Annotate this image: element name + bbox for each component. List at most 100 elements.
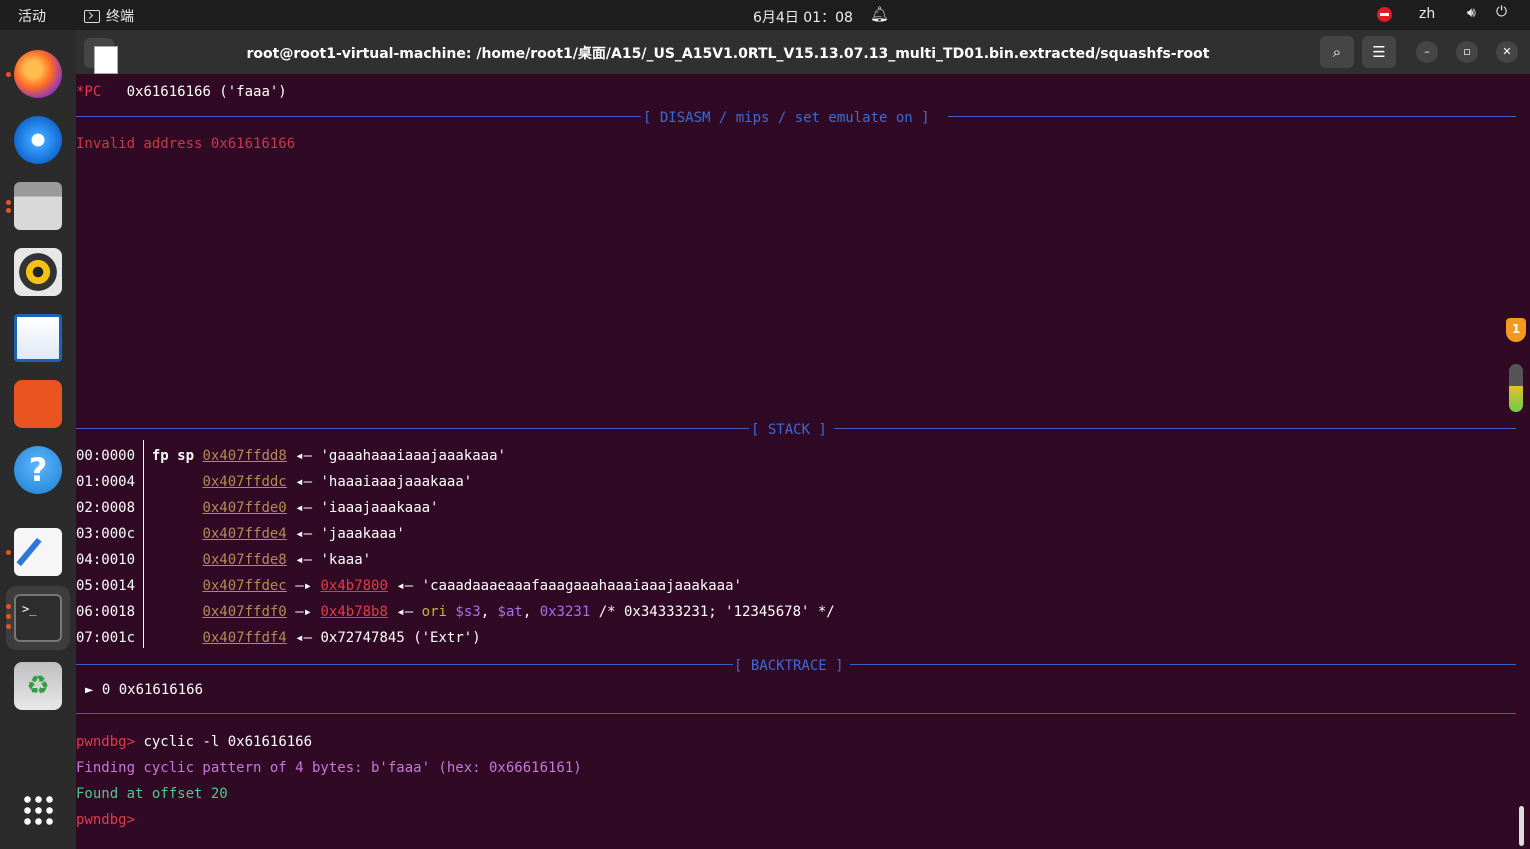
stack-address[interactable]: 0x407ffdec xyxy=(202,578,286,594)
stack-value: 'caaadaaaeaaafaaagaaahaaaiaaajaaakaaa' xyxy=(421,578,742,594)
menu-button[interactable]: ☰ xyxy=(1362,36,1396,68)
input-language[interactable]: zh xyxy=(1419,6,1435,22)
separator xyxy=(850,664,1516,665)
pc-line: *PC 0x61616166 ('faaa') xyxy=(76,82,287,102)
do-not-disturb-icon[interactable] xyxy=(1377,7,1392,22)
stack-address[interactable]: 0x407ffddc xyxy=(202,474,286,490)
running-indicator xyxy=(6,200,11,205)
software-store-icon[interactable] xyxy=(14,380,62,428)
stack-index: 07:001c xyxy=(76,630,136,646)
stack-address[interactable]: 0x407ffde0 xyxy=(202,500,286,516)
cyclic-finding-line: Finding cyclic pattern of 4 bytes: b'faa… xyxy=(76,760,582,776)
maximize-button[interactable]: ▫ xyxy=(1456,41,1478,63)
disasm-header: [ DISASM / mips / set emulate on ] xyxy=(643,110,930,126)
level-indicator xyxy=(1509,364,1523,412)
separator xyxy=(76,713,1516,714)
backtrace-header: [ BACKTRACE ] xyxy=(734,658,844,674)
arrow-icon: ◂— xyxy=(295,448,313,464)
stack-address[interactable]: 0x407ffde4 xyxy=(202,526,286,542)
stack-address[interactable]: 0x407ffdf0 xyxy=(202,604,286,620)
arrow-icon: ◂— xyxy=(295,500,313,516)
prompt: pwndbg> xyxy=(76,812,136,828)
stack-address[interactable]: 0x407ffdd8 xyxy=(202,448,286,464)
arrow-icon: ◂— xyxy=(295,474,313,490)
app-menu[interactable]: 终端 xyxy=(84,6,134,26)
running-indicator xyxy=(6,72,11,77)
bell-icon[interactable]: 🔔︎ xyxy=(870,5,889,23)
instruction-comment: /* 0x34333231; '12345678' */ xyxy=(598,604,835,620)
arrow-icon: —▸ xyxy=(295,578,313,594)
clock[interactable]: 6月4日 01：08 xyxy=(753,7,853,27)
power-icon[interactable]: ⏻ xyxy=(1496,4,1507,20)
stack-value: 'kaaa' xyxy=(320,552,372,568)
running-indicator xyxy=(6,208,11,213)
stack-value: 'gaaahaaaiaaajaaakaaa' xyxy=(320,448,506,464)
stack-pointer-target[interactable]: 0x4b7800 xyxy=(320,578,387,594)
register-operand: $at xyxy=(497,604,523,620)
window-title: root@root1-virtual-machine: /home/root1/… xyxy=(246,46,1210,62)
separator xyxy=(76,428,749,429)
command-text: cyclic -l 0x61616166 xyxy=(143,734,313,750)
pc-value: 0x61616166 ('faaa') xyxy=(126,84,287,100)
running-indicator xyxy=(6,550,11,555)
thunderbird-icon[interactable] xyxy=(14,116,62,164)
help-icon[interactable]: ? xyxy=(14,446,62,494)
command-line: pwndbg> cyclic -l 0x61616166 xyxy=(76,732,312,752)
dock: ? >_ ♻ xyxy=(0,30,76,849)
pc-label: *PC xyxy=(76,84,102,100)
app-grid-icon[interactable] xyxy=(22,794,54,826)
running-indicator xyxy=(6,624,11,629)
separator xyxy=(76,664,733,665)
terminal-small-icon xyxy=(84,9,100,23)
app-menu-label: 终端 xyxy=(106,9,134,25)
stack-address[interactable]: 0x407ffdf4 xyxy=(202,630,286,646)
running-indicator xyxy=(6,604,11,609)
text-editor-icon[interactable] xyxy=(14,528,62,576)
close-button[interactable]: ✕ xyxy=(1496,41,1518,63)
terminal-scrollbar[interactable] xyxy=(1519,806,1524,846)
arrow-icon: ◂— xyxy=(396,578,414,594)
cyclic-found-line: Found at offset 20 xyxy=(76,786,228,802)
register-operand: $s3 xyxy=(455,604,481,620)
separator xyxy=(834,428,1516,429)
stack-pointer-target[interactable]: 0x4b78b8 xyxy=(320,604,387,620)
header-bar: root@root1-virtual-machine: /home/root1/… xyxy=(76,30,1530,74)
separator xyxy=(76,116,641,117)
arrow-icon: ◂— xyxy=(295,526,313,542)
trash-icon[interactable]: ♻ xyxy=(14,662,62,710)
stack-address[interactable]: 0x407ffde8 xyxy=(202,552,286,568)
immediate-operand: 0x3231 xyxy=(539,604,591,620)
stack-row: 04:0010 0x407ffde8 ◂— 'kaaa' xyxy=(76,550,371,570)
stack-header: [ STACK ] xyxy=(751,422,827,438)
stack-index: 01:0004 xyxy=(76,474,136,490)
stack-row: 07:001c 0x407ffdf4 ◂— 0x72747845 ('Extr'… xyxy=(76,628,481,648)
security-shield-icon[interactable]: 1 xyxy=(1506,318,1526,342)
stack-index: 04:0010 xyxy=(76,552,136,568)
backtrace-frame: ► 0 0x61616166 xyxy=(85,682,204,698)
input-prompt-line[interactable]: pwndbg> xyxy=(76,810,135,830)
writer-icon[interactable] xyxy=(14,314,62,362)
stack-row: 03:000c 0x407ffde4 ◂— 'jaaakaaa' xyxy=(76,524,405,544)
stack-registers: fp sp xyxy=(151,448,195,464)
minimize-button[interactable]: – xyxy=(1416,41,1438,63)
stack-value: 'iaaajaaakaaa' xyxy=(320,500,439,516)
stack-index: 00:0000 xyxy=(76,448,136,464)
stack-value: 0x72747845 ('Extr') xyxy=(320,630,481,646)
arrow-icon: ◂— xyxy=(295,552,313,568)
rhythmbox-icon[interactable] xyxy=(14,248,62,296)
volume-icon[interactable]: 🔊︎ xyxy=(1467,5,1476,21)
search-button[interactable]: ⌕ xyxy=(1320,36,1354,68)
stack-value: 'haaaiaaajaaakaaa' xyxy=(320,474,473,490)
firefox-icon[interactable] xyxy=(14,50,62,98)
files-icon[interactable] xyxy=(14,182,62,230)
stack-row: 02:0008 0x407ffde0 ◂— 'iaaajaaakaaa' xyxy=(76,498,439,518)
activities-button[interactable]: 活动 xyxy=(18,6,46,26)
terminal-output[interactable]: *PC 0x61616166 ('faaa') [ DISASM / mips … xyxy=(76,74,1530,849)
instruction-mnemonic: ori xyxy=(421,604,447,620)
terminal-icon[interactable]: >_ xyxy=(14,594,62,642)
terminal-window: root@root1-virtual-machine: /home/root1/… xyxy=(76,30,1530,849)
stack-index: 03:000c xyxy=(76,526,136,542)
top-bar: 活动 终端 6月4日 01：08 🔔︎ zh 🔊︎ ⏻ xyxy=(0,0,1530,30)
stack-value: 'jaaakaaa' xyxy=(320,526,405,542)
stack-index: 06:0018 xyxy=(76,604,136,620)
